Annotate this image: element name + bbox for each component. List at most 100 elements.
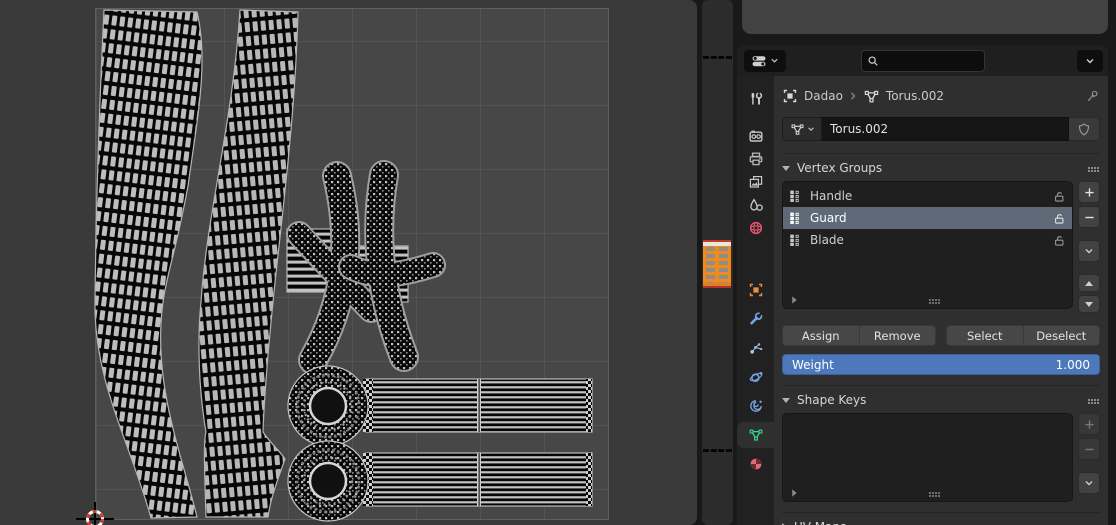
disclosure-down-icon[interactable]	[782, 166, 790, 171]
uv-island-pommel-rosette-bottom[interactable]	[288, 441, 368, 521]
vertex-group-specials-menu-button[interactable]	[1078, 240, 1100, 262]
weight-label: Weight	[792, 358, 834, 372]
vertex-group-name: Blade	[810, 233, 1046, 247]
plus-icon	[1084, 419, 1095, 430]
grip-icon[interactable]	[1088, 167, 1090, 169]
weight-value: 1.000	[1056, 358, 1090, 372]
breadcrumb-data-name[interactable]: Torus.002	[886, 89, 944, 103]
uv-maps-header[interactable]: UV Maps	[782, 516, 1100, 525]
assign-button[interactable]: Assign	[782, 325, 860, 346]
panel-title: Vertex Groups	[797, 161, 882, 175]
select-button[interactable]: Select	[946, 325, 1024, 346]
list-filter-toggle-icon[interactable]	[792, 489, 797, 496]
uv-island-handle-band-right[interactable]	[199, 10, 298, 517]
chevron-down-icon	[1084, 246, 1094, 256]
editor-type-button[interactable]	[744, 50, 786, 72]
mesh-data-icon	[863, 88, 880, 105]
uv-island-handle-band-left[interactable]	[95, 10, 202, 518]
world-globe-icon	[748, 220, 764, 236]
lock-open-icon[interactable]	[1053, 190, 1066, 203]
region-divider-top	[703, 56, 732, 59]
texture-strip-editor[interactable]	[702, 0, 733, 525]
vertex-group-row[interactable]: Handle	[783, 185, 1072, 207]
tab-object[interactable]	[737, 277, 774, 303]
vertex-groups-header[interactable]: Vertex Groups	[782, 157, 1100, 179]
grip-icon[interactable]	[1088, 399, 1090, 401]
vertex-group-row[interactable]: Blade	[783, 229, 1072, 251]
remove-button[interactable]: Remove	[860, 325, 937, 346]
search-box[interactable]	[861, 50, 985, 72]
disclosure-down-icon[interactable]	[782, 398, 790, 403]
vertex-group-icon	[789, 233, 803, 247]
texture-thumbnail[interactable]	[703, 240, 731, 288]
chevron-down-icon	[1084, 478, 1094, 488]
minus-icon	[1084, 444, 1095, 455]
move-group-up-button[interactable]	[1078, 274, 1100, 292]
breadcrumb: Dadao Torus.002	[782, 85, 1100, 107]
shape-keys-panel: Shape Keys	[782, 385, 1100, 502]
tab-modifiers[interactable]	[737, 306, 774, 332]
properties-header	[737, 45, 1108, 76]
uv-island-guard-star-right[interactable]	[351, 175, 433, 357]
list-resize-grip-icon[interactable]	[929, 299, 931, 301]
view-layer-images-icon	[748, 174, 764, 190]
shape-key-specials-menu-button[interactable]	[1078, 472, 1100, 494]
uv-island-blade-band-bottom[interactable]	[363, 453, 592, 506]
remove-shape-key-button[interactable]	[1078, 438, 1100, 460]
tab-tool[interactable]	[737, 86, 774, 112]
list-filter-toggle-icon[interactable]	[792, 296, 797, 303]
tab-world[interactable]	[737, 215, 774, 241]
tab-constraints[interactable]	[737, 393, 774, 419]
properties-content: Dadao Torus.002	[774, 76, 1108, 525]
tab-object-data[interactable]	[737, 422, 774, 448]
shape-keys-list[interactable]	[782, 413, 1073, 502]
chevron-down-icon	[1085, 56, 1095, 66]
particles-icon	[748, 340, 764, 356]
uv-layout[interactable]	[0, 0, 697, 525]
plus-icon	[1084, 187, 1095, 198]
shield-icon	[1077, 122, 1091, 137]
triangle-down-icon	[1085, 302, 1093, 307]
constraints-icon	[748, 398, 764, 414]
object-icon	[748, 282, 764, 298]
tab-material[interactable]	[737, 451, 774, 477]
panel-title: UV Maps	[794, 520, 846, 525]
mesh-browse-button[interactable]	[782, 117, 822, 141]
region-divider-bottom	[703, 449, 732, 452]
vertex-group-row-selected[interactable]: Guard	[783, 207, 1072, 229]
physics-orbit-icon	[748, 369, 764, 385]
panel-title: Shape Keys	[797, 393, 866, 407]
weight-slider[interactable]: Weight 1.000	[782, 354, 1100, 375]
add-shape-key-button[interactable]	[1078, 413, 1100, 435]
triangle-up-icon	[1085, 281, 1093, 286]
fake-user-shield-button[interactable]	[1069, 117, 1100, 141]
scene-icon	[748, 197, 764, 213]
properties-editor: Dadao Torus.002	[737, 45, 1108, 525]
vertex-groups-side-buttons	[1078, 181, 1100, 316]
tab-physics[interactable]	[737, 364, 774, 390]
deselect-button[interactable]: Deselect	[1024, 325, 1101, 346]
uv-editor[interactable]	[0, 0, 697, 525]
pin-icon[interactable]	[1085, 89, 1100, 104]
mesh-name-field[interactable]	[822, 117, 1069, 141]
breadcrumb-object-name[interactable]: Dadao	[804, 89, 843, 103]
search-icon	[867, 55, 879, 67]
vertex-group-actions: Assign Remove Select Deselect	[782, 325, 1100, 346]
move-group-down-button[interactable]	[1078, 295, 1100, 313]
add-vertex-group-button[interactable]	[1078, 181, 1100, 203]
cursor-2d-icon[interactable]	[76, 502, 114, 525]
uv-island-blade-band-top[interactable]	[363, 379, 592, 432]
vertex-groups-list[interactable]: Handle	[782, 181, 1073, 309]
material-sphere-icon	[748, 456, 764, 472]
shape-keys-header[interactable]: Shape Keys	[782, 389, 1100, 411]
output-printer-icon	[748, 151, 764, 167]
remove-vertex-group-button[interactable]	[1078, 206, 1100, 228]
tab-particles[interactable]	[737, 335, 774, 361]
search-input[interactable]	[883, 53, 979, 68]
lock-open-icon[interactable]	[1053, 234, 1066, 247]
lock-open-icon[interactable]	[1053, 212, 1066, 225]
uv-island-pommel-rosette-top[interactable]	[288, 366, 368, 446]
uv-maps-panel: UV Maps	[782, 512, 1100, 525]
list-resize-grip-icon[interactable]	[929, 492, 931, 494]
filter-dropdown-button[interactable]	[1077, 50, 1103, 72]
